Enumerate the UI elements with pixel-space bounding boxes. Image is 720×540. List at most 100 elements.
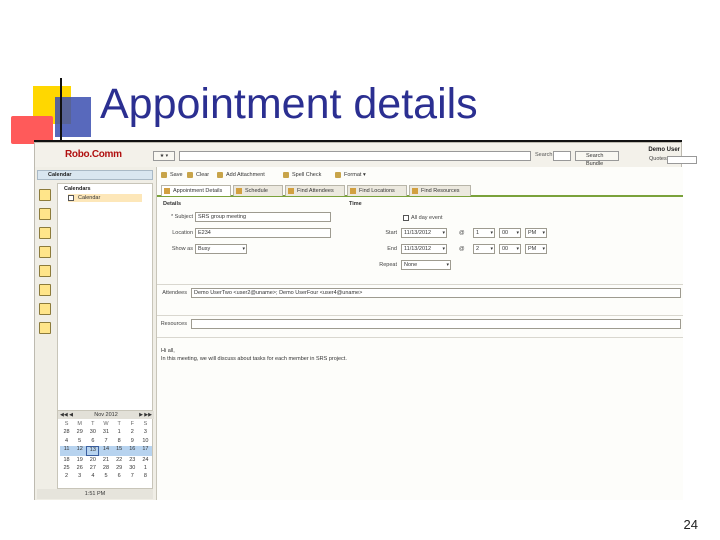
mini-calendar-day[interactable]: 30 — [126, 465, 139, 472]
mini-calendar-day[interactable]: 3 — [73, 473, 86, 480]
start-minute-select[interactable]: 00 — [499, 228, 521, 238]
mini-calendar-day[interactable]: 7 — [126, 473, 139, 480]
mini-calendar-day[interactable]: 27 — [86, 465, 99, 472]
all-day-checkbox[interactable] — [403, 215, 409, 221]
mini-calendar-day[interactable]: 3 — [139, 429, 152, 436]
main-panel: Save Clear Add Attachment Spell Check Fo… — [157, 167, 683, 500]
tab-appointment-details[interactable]: Appointment Details — [161, 185, 231, 196]
end-date-input[interactable]: 11/13/2012 — [401, 244, 447, 254]
mini-calendar-day[interactable]: 2 — [60, 473, 73, 480]
save-button[interactable]: Save — [161, 171, 183, 180]
notes-icon[interactable] — [39, 246, 51, 258]
mini-calendar-day[interactable]: 11 — [60, 446, 74, 456]
resources-input[interactable] — [191, 319, 681, 329]
tree-item-label: Calendar — [78, 195, 101, 201]
end-ampm-select[interactable]: PM — [525, 244, 547, 254]
notes-area[interactable]: Hi all, In this meeting, we will discuss… — [157, 343, 683, 383]
quotes-select[interactable] — [667, 156, 697, 164]
calendar-checkbox[interactable] — [68, 195, 74, 201]
start-date-input[interactable]: 11/13/2012 — [401, 228, 447, 238]
sidebar-status: 1:51 PM — [37, 489, 153, 499]
mini-calendar-day[interactable]: 25 — [60, 465, 73, 472]
mini-calendar-day[interactable]: 29 — [73, 429, 86, 436]
end-minute-select[interactable]: 00 — [499, 244, 521, 254]
start-ampm-select[interactable]: PM — [525, 228, 547, 238]
sidebar-header[interactable]: Calendar — [37, 170, 153, 180]
mini-calendar-day[interactable]: 31 — [99, 429, 112, 436]
mini-calendar-day[interactable]: 15 — [112, 446, 126, 456]
spell-check-button[interactable]: Spell Check — [283, 171, 321, 180]
mini-calendar-day[interactable]: 20 — [86, 457, 99, 464]
mini-calendar-day[interactable]: 14 — [99, 446, 113, 456]
mini-calendar-day[interactable]: 23 — [126, 457, 139, 464]
mini-calendar-day[interactable]: 19 — [73, 457, 86, 464]
mini-calendar-day[interactable]: 8 — [113, 438, 126, 445]
documents-icon[interactable] — [39, 303, 51, 315]
start-at-label: @ — [459, 230, 465, 236]
mini-calendar-day[interactable]: 1 — [113, 429, 126, 436]
top-bar: ★ ▾ Search Search Bundle Demo User Quote… — [151, 147, 697, 167]
clear-button[interactable]: Clear — [187, 171, 209, 180]
mini-calendar-day[interactable]: 8 — [139, 473, 152, 480]
mini-calendar-day[interactable]: 6 — [113, 473, 126, 480]
search-bundle-button[interactable]: Search Bundle — [575, 151, 619, 167]
mini-calendar-day[interactable]: 7 — [99, 438, 112, 445]
tab-schedule[interactable]: Schedule — [233, 185, 283, 196]
format-button[interactable]: Format ▾ — [335, 171, 366, 180]
tasks-icon[interactable] — [39, 227, 51, 239]
user-name[interactable]: Demo User — [648, 147, 680, 153]
mini-calendar-day[interactable]: 4 — [86, 473, 99, 480]
mini-calendar-day[interactable]: 28 — [99, 465, 112, 472]
show-as-select[interactable]: Busy — [195, 244, 247, 254]
mini-calendar-day[interactable]: 10 — [139, 438, 152, 445]
mini-calendar: ◀◀ ◀ Nov 2012 ▶ ▶▶ S M T W T F S 28 29 30 31 1 2 3 4 5 6… — [57, 410, 154, 489]
calendar-icon[interactable] — [39, 189, 51, 201]
attendees-input[interactable]: Demo UserTwo <user2@uname>; Demo UserFou… — [191, 288, 681, 298]
mini-calendar-day[interactable]: 13 — [86, 446, 100, 456]
mini-calendar-day[interactable]: 16 — [125, 446, 139, 456]
repeat-select[interactable]: None — [401, 260, 451, 270]
next-month-icon[interactable]: ▶ ▶▶ — [139, 411, 152, 419]
search-input[interactable] — [553, 151, 571, 161]
start-hour-select[interactable]: 1 — [473, 228, 495, 238]
favorites-button[interactable]: ★ ▾ — [153, 151, 175, 161]
tab-find-locations[interactable]: Find Locations — [347, 185, 407, 196]
add-attachment-button[interactable]: Add Attachment — [217, 171, 265, 180]
day-of-week-label: T — [91, 421, 95, 427]
mini-calendar-day[interactable]: 2 — [126, 429, 139, 436]
location-input[interactable]: E234 — [195, 228, 331, 238]
address-input[interactable] — [179, 151, 531, 161]
end-hour-select[interactable]: 2 — [473, 244, 495, 254]
tab-find-resources[interactable]: Find Resources — [409, 185, 471, 196]
slide-deco-vertical-line — [60, 78, 62, 140]
mini-calendar-day[interactable]: 17 — [138, 446, 152, 456]
mini-calendar-day[interactable]: 29 — [113, 465, 126, 472]
folder-icon[interactable] — [39, 265, 51, 277]
tab-find-attendees[interactable]: Find Attendees — [285, 185, 345, 196]
mini-calendar-day[interactable]: 9 — [126, 438, 139, 445]
tree-item-calendar[interactable]: Calendar — [68, 194, 142, 202]
mini-calendar-day[interactable]: 5 — [73, 438, 86, 445]
mini-calendar-day[interactable]: 6 — [86, 438, 99, 445]
mini-calendar-day[interactable]: 30 — [86, 429, 99, 436]
contacts-icon[interactable] — [39, 208, 51, 220]
notes-line: In this meeting, we will discuss about t… — [161, 356, 347, 362]
time-title: Time — [349, 201, 362, 207]
day-of-week-label: F — [130, 421, 134, 427]
mini-calendar-day[interactable]: 22 — [113, 457, 126, 464]
preferences-icon[interactable] — [39, 322, 51, 334]
prev-month-icon[interactable]: ◀◀ ◀ — [60, 411, 73, 419]
mini-calendar-day[interactable]: 5 — [99, 473, 112, 480]
tree-root-calendars[interactable]: Calendars — [64, 186, 91, 192]
mini-calendar-day[interactable]: 26 — [73, 465, 86, 472]
mini-calendar-day[interactable]: 28 — [60, 429, 73, 436]
mini-calendar-day[interactable]: 18 — [60, 457, 73, 464]
mini-calendar-day[interactable]: 24 — [139, 457, 152, 464]
mini-calendar-day[interactable]: 4 — [60, 438, 73, 445]
mini-calendar-day[interactable]: 12 — [73, 446, 87, 456]
mini-calendar-day[interactable]: 21 — [99, 457, 112, 464]
end-at-label: @ — [459, 246, 465, 252]
subject-input[interactable]: SRS group meeting — [195, 212, 331, 222]
settings-icon[interactable] — [39, 284, 51, 296]
mini-calendar-day[interactable]: 1 — [139, 465, 152, 472]
